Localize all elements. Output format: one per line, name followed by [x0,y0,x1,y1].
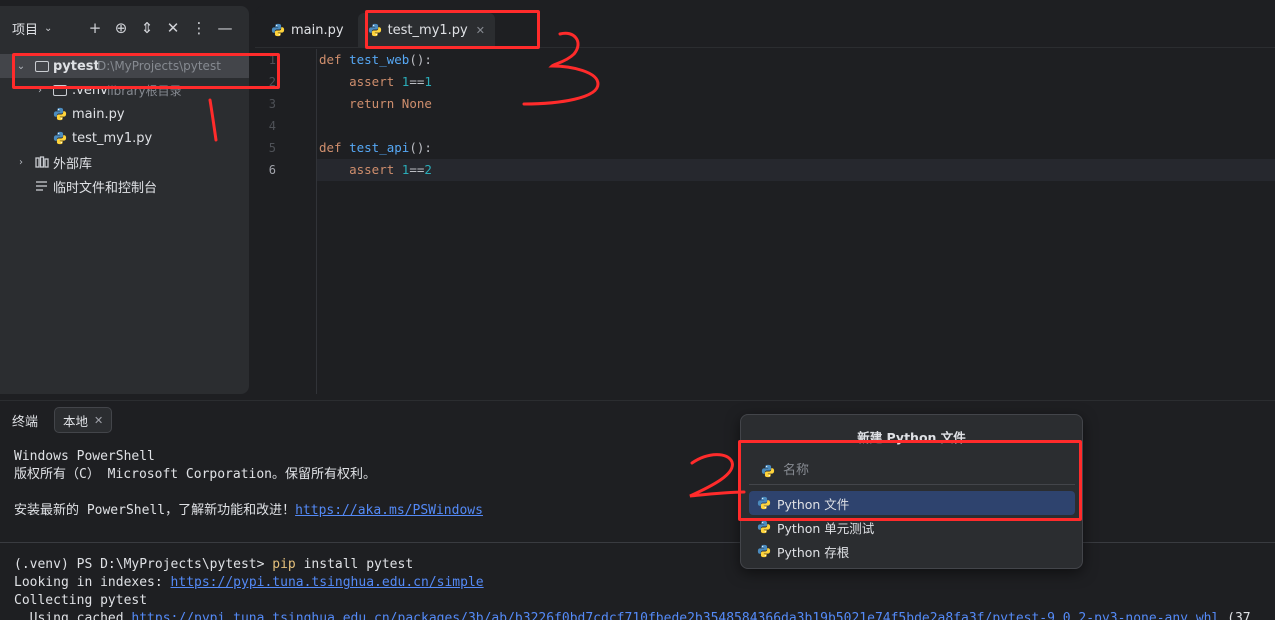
popup-item-label: Python 存根 [777,544,850,560]
terminal-divider [0,542,1275,543]
scratches-icon [36,181,47,191]
python-file-icon [271,23,285,37]
annotation-box-active-tab [365,10,540,49]
line-number: 4 [268,119,276,133]
code-line: def test_web(): [319,52,432,67]
annotation-box-project-root [12,53,280,89]
terminal-text: Looking in indexes: [14,575,171,590]
terminal-header: 终端 本地 ✕ [0,401,1275,439]
file-name: main.py [72,106,125,122]
external-libs-label: 外部库 [53,156,93,172]
tree-node-file[interactable]: main.py [0,102,249,126]
line-number: 6 [268,163,276,177]
minimize-icon[interactable]: — [212,19,238,37]
project-panel-header: 项目 ⌄ + ⊕ ⇕ ✕ ⋮ — [0,6,249,50]
terminal-title: 终端 [12,414,39,430]
expand-all-icon[interactable]: ⇕ [134,19,160,37]
terminal-line: 版权所有（C） Microsoft Corporation。保留所有权利。 [14,467,377,482]
line-number: 5 [268,141,276,155]
terminal-link[interactable]: https://pypi.tuna.tsinghua.edu.cn/simple [171,575,484,590]
chevron-down-icon[interactable]: ⌄ [44,23,52,34]
add-icon[interactable]: + [82,19,108,37]
terminal-line: Using cached https://pypi.tuna.tsinghua.… [14,610,1275,620]
locate-icon[interactable]: ⊕ [108,19,134,37]
python-file-icon [53,107,67,121]
scratches-label: 临时文件和控制台 [53,180,158,196]
tree-node-scratches[interactable]: 临时文件和控制台 [0,174,249,198]
editor-panel: main.py test_my1.py ✕ 1 2 3 4 5 6 def te… [255,6,1275,394]
terminal-tab-local[interactable]: 本地 ✕ [54,407,113,433]
project-panel-title[interactable]: 项目 [12,19,38,38]
terminal-line: Windows PowerShell [14,449,155,464]
tree-node-external-libs[interactable]: › 外部库 [0,150,249,174]
line-number-gutter: 1 2 3 4 5 6 [255,49,317,394]
close-icon[interactable]: ✕ [94,414,103,427]
terminal-command-args: install pytest [295,557,414,572]
more-options-icon[interactable]: ⋮ [186,19,212,37]
tab-label: main.py [291,22,344,38]
line-number: 3 [268,97,276,111]
terminal-command: pip [272,557,296,572]
terminal-text: Using cached [14,611,132,620]
code-line-current: assert 1==2 [317,159,1275,181]
code-line: return None [349,96,432,111]
annotation-box-popup [738,440,1082,521]
terminal-text: 安装最新的 PowerShell，了解新功能和改进！ [14,503,296,518]
python-file-icon [757,544,771,558]
terminal-panel: 终端 本地 ✕ Windows PowerShell 版权所有（C） Micro… [0,400,1275,620]
code-editor[interactable]: def test_web(): assert 1==1 return None … [317,49,1275,394]
terminal-link[interactable]: https://pypi.tuna.tsinghua.edu.cn/packag… [131,611,1219,620]
project-toolbar: + ⊕ ⇕ ✕ ⋮ — [82,6,238,50]
chevron-right-icon[interactable]: › [16,157,26,168]
terminal-line: Looking in indexes: https://pypi.tuna.ts… [14,574,1275,592]
code-line: def test_api(): [319,140,432,155]
tree-node-file[interactable]: test_my1.py [0,126,249,150]
terminal-prompt: (.venv) PS D:\MyProjects\pytest> [14,557,273,572]
terminal-tab-label: 本地 [63,413,89,429]
code-line: assert 1==1 [349,74,432,89]
file-name: test_my1.py [72,130,153,146]
terminal-link[interactable]: https://aka.ms/PSWindows [295,503,483,518]
python-file-icon [53,131,67,145]
popup-item-python-stub[interactable]: Python 存根 [749,539,1075,563]
collapse-all-icon[interactable]: ✕ [160,19,186,37]
terminal-line: 安装最新的 PowerShell，了解新功能和改进！https://aka.ms… [14,502,1275,520]
python-file-icon [757,520,771,534]
tab-main-py[interactable]: main.py [261,13,354,47]
library-icon [35,156,49,168]
terminal-output[interactable]: Windows PowerShell 版权所有（C） Microsoft Cor… [14,448,1275,620]
terminal-line: (.venv) PS D:\MyProjects\pytest> pip ins… [14,556,1275,574]
terminal-text: (37 [1219,611,1251,620]
terminal-line: Collecting pytest [14,593,148,608]
